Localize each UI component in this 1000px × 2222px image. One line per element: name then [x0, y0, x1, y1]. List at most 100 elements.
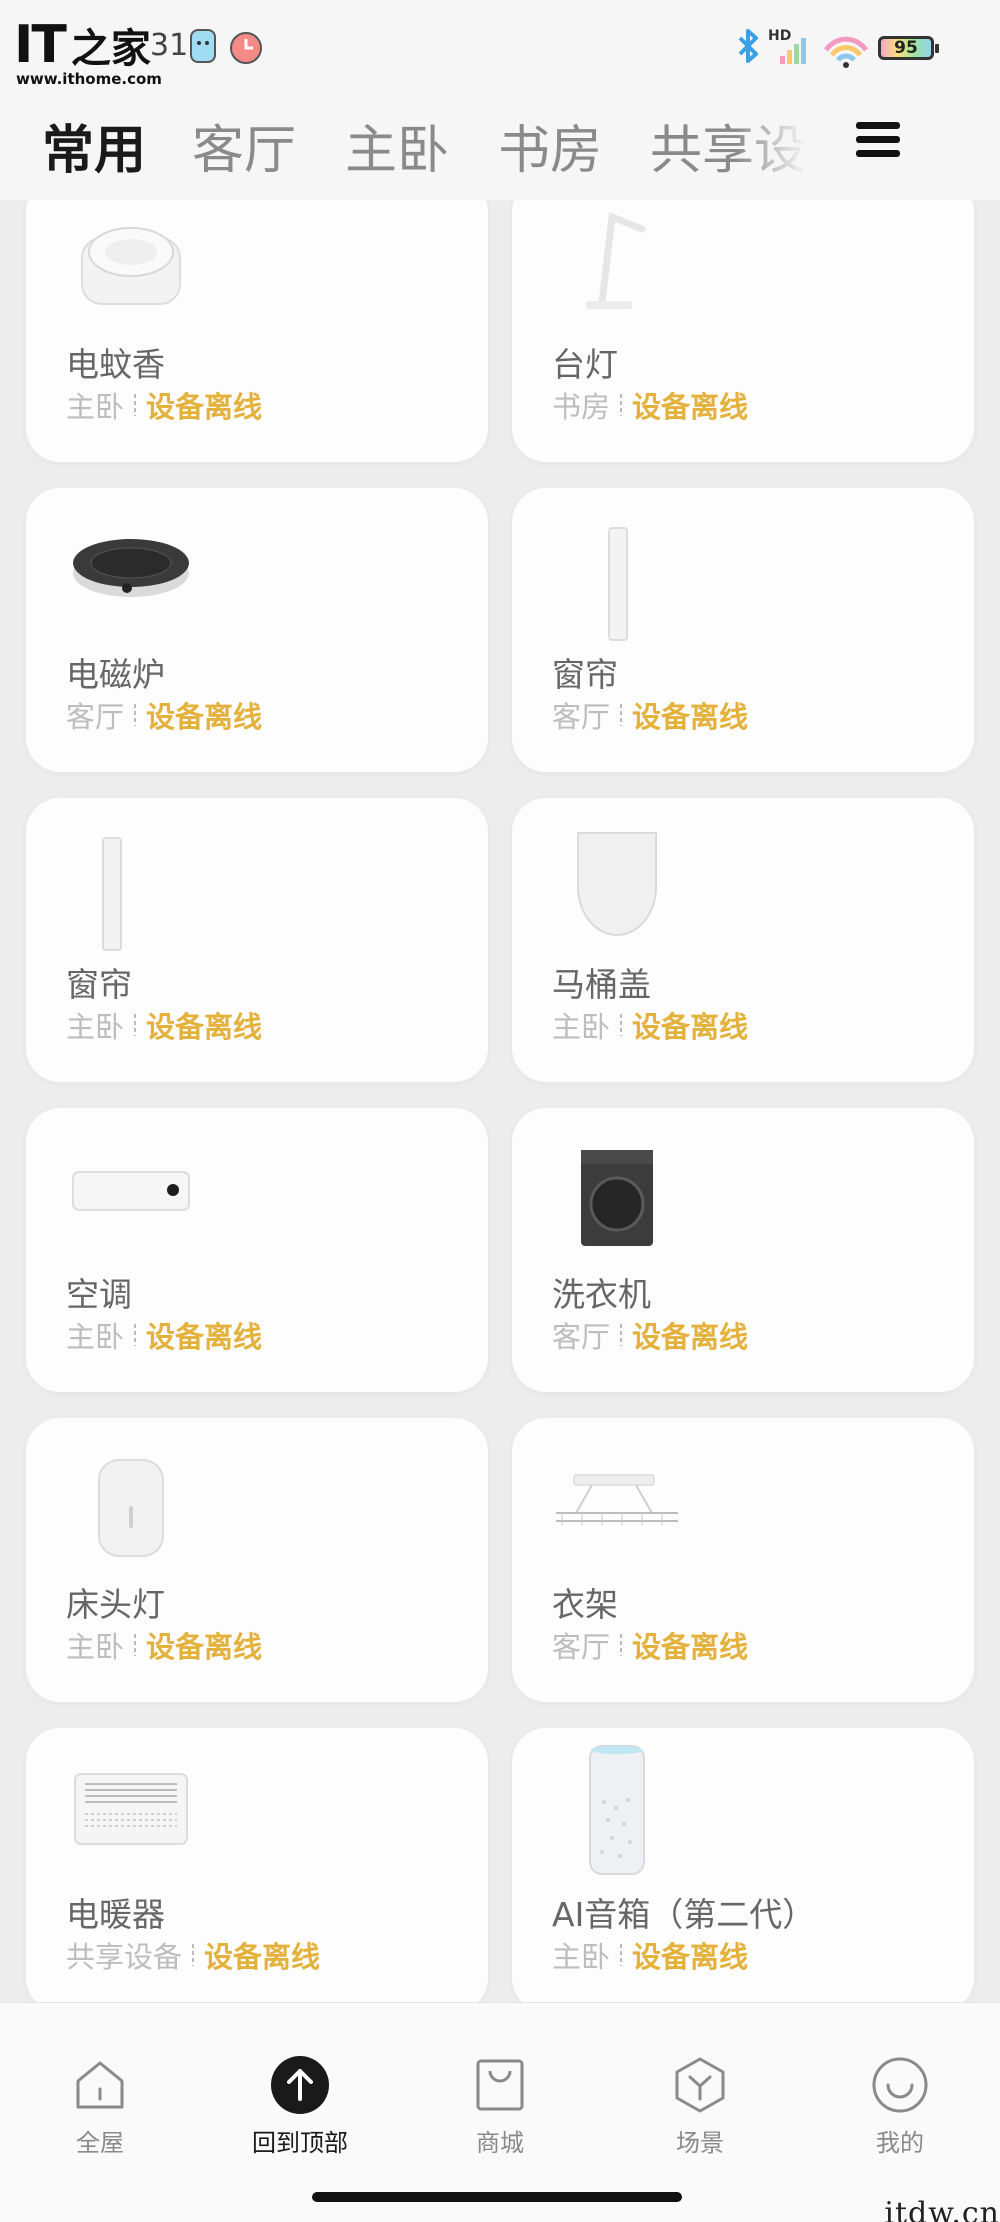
- device-meta: 客厅 设备离线: [552, 1314, 748, 1356]
- device-name: 窗帘: [552, 655, 618, 694]
- device-meta: 共享设备 设备离线: [66, 1934, 320, 1976]
- home-indicator[interactable]: [312, 2192, 682, 2202]
- device-name: 窗帘: [66, 965, 132, 1004]
- device-meta: 客厅 设备离线: [552, 1624, 748, 1666]
- device-name: AI音箱（第二代）: [552, 1895, 816, 1934]
- device-card[interactable]: 洗衣机 客厅 设备离线: [512, 1108, 974, 1392]
- bottom-nav: 全屋 回到顶部 商城 场景 我的: [0, 2002, 1000, 2222]
- logo-url: www.ithome.com: [16, 70, 162, 88]
- device-room: 主卧: [552, 1940, 611, 1974]
- nav-shop[interactable]: 商城: [430, 2055, 570, 2158]
- device-name: 电蚊香: [66, 345, 165, 384]
- device-meta: 客厅 设备离线: [66, 694, 262, 736]
- device-card[interactable]: 电蚊香 主卧 设备离线: [26, 178, 488, 462]
- status-bar: IT 之家 www.ithome.com 31 HD 95: [0, 0, 1000, 90]
- device-card[interactable]: 空调 主卧 设备离线: [26, 1108, 488, 1392]
- divider: [620, 394, 623, 416]
- nav-whole-home[interactable]: 全屋: [30, 2055, 170, 2158]
- profile-smile-icon: [872, 2057, 928, 2113]
- device-status: 设备离线: [146, 700, 263, 734]
- device-status: 设备离线: [632, 1940, 749, 1974]
- tab-shared-devices[interactable]: 共享设: [650, 108, 806, 183]
- nav-back-to-top[interactable]: 回到顶部: [230, 2055, 370, 2158]
- heater-icon: [56, 1750, 206, 1870]
- device-meta: 主卧 设备离线: [66, 1004, 262, 1046]
- nav-label: 商城: [476, 2129, 524, 2157]
- svg-text:HD: HD: [768, 28, 791, 44]
- device-name: 床头灯: [66, 1585, 165, 1624]
- divider: [134, 704, 137, 726]
- logo-cn-text: 之家: [70, 25, 151, 72]
- back-to-top-icon: [271, 2056, 329, 2114]
- smart-speaker-icon: [542, 1745, 692, 1875]
- nav-profile[interactable]: 我的: [830, 2055, 970, 2158]
- device-meta: 主卧 设备离线: [66, 1314, 262, 1356]
- divider: [192, 1944, 195, 1966]
- curtain-icon: [36, 834, 186, 954]
- device-meta: 主卧 设备离线: [66, 1624, 262, 1666]
- device-status: 设备离线: [146, 1010, 263, 1044]
- nav-scenes[interactable]: 场景: [630, 2055, 770, 2158]
- device-status: 设备离线: [146, 390, 263, 424]
- device-name: 电暖器: [66, 1895, 165, 1934]
- device-card[interactable]: 衣架 客厅 设备离线: [512, 1418, 974, 1702]
- divider: [620, 1014, 623, 1036]
- tab-study[interactable]: 书房: [498, 108, 602, 183]
- tab-frequent[interactable]: 常用: [42, 108, 146, 183]
- alarm-clock-icon: [230, 32, 262, 64]
- device-room: 客厅: [552, 1320, 611, 1354]
- ithome-logo: IT 之家: [14, 16, 151, 74]
- device-status: 设备离线: [632, 390, 749, 424]
- device-name: 洗衣机: [552, 1275, 651, 1314]
- divider: [134, 1324, 137, 1346]
- device-room: 客厅: [552, 1630, 611, 1664]
- device-status: 设备离线: [146, 1630, 263, 1664]
- watch-icon: [190, 29, 216, 63]
- device-card[interactable]: 马桶盖 主卧 设备离线: [512, 798, 974, 1082]
- device-card[interactable]: AI音箱（第二代） 主卧 设备离线: [512, 1728, 974, 2012]
- induction-cooker-icon: [56, 510, 206, 630]
- device-meta: 书房 设备离线: [552, 384, 748, 426]
- device-room: 主卧: [66, 1320, 125, 1354]
- shop-bag-icon: [476, 2059, 524, 2111]
- divider: [620, 1634, 623, 1656]
- device-room: 主卧: [66, 1630, 125, 1664]
- device-name: 台灯: [552, 345, 618, 384]
- device-card[interactable]: 电磁炉 客厅 设备离线: [26, 488, 488, 772]
- device-room: 客厅: [66, 700, 125, 734]
- divider: [620, 1324, 623, 1346]
- divider: [620, 704, 623, 726]
- device-status: 设备离线: [632, 700, 749, 734]
- device-meta: 客厅 设备离线: [552, 694, 748, 736]
- device-room: 主卧: [66, 1010, 125, 1044]
- divider: [134, 394, 137, 416]
- divider: [134, 1634, 137, 1656]
- device-card[interactable]: 窗帘 主卧 设备离线: [26, 798, 488, 1082]
- device-meta: 主卧 设备离线: [66, 384, 262, 426]
- desk-lamp-icon: [542, 200, 692, 320]
- device-name: 空调: [66, 1275, 132, 1314]
- device-status: 设备离线: [632, 1630, 749, 1664]
- device-grid: 电蚊香 主卧 设备离线 台灯 书房 设备离线 电磁炉 客厅 设备离线 窗帘 客厅…: [0, 178, 1000, 2012]
- battery-icon: 95: [878, 36, 939, 60]
- device-card[interactable]: 窗帘 客厅 设备离线: [512, 488, 974, 772]
- device-card[interactable]: 电暖器 共享设备 设备离线: [26, 1728, 488, 2012]
- clothes-rack-icon: [542, 1440, 692, 1560]
- nav-label: 场景: [676, 2129, 724, 2157]
- device-room: 共享设备: [66, 1940, 183, 1974]
- device-name: 电磁炉: [66, 655, 165, 694]
- menu-icon[interactable]: [856, 122, 900, 158]
- device-card[interactable]: 床头灯 主卧 设备离线: [26, 1418, 488, 1702]
- device-name: 衣架: [552, 1585, 618, 1624]
- home-icon: [76, 2061, 124, 2109]
- device-status: 设备离线: [632, 1320, 749, 1354]
- device-card[interactable]: 台灯 书房 设备离线: [512, 178, 974, 462]
- mosquito-repeller-icon: [56, 204, 206, 324]
- device-status: 设备离线: [146, 1320, 263, 1354]
- curtain-icon: [542, 524, 692, 644]
- toilet-seat-icon: [542, 824, 692, 944]
- divider: [134, 1014, 137, 1036]
- tab-living-room[interactable]: 客厅: [192, 108, 296, 183]
- tab-master-bedroom[interactable]: 主卧: [345, 108, 449, 183]
- status-clock: 31: [150, 28, 189, 63]
